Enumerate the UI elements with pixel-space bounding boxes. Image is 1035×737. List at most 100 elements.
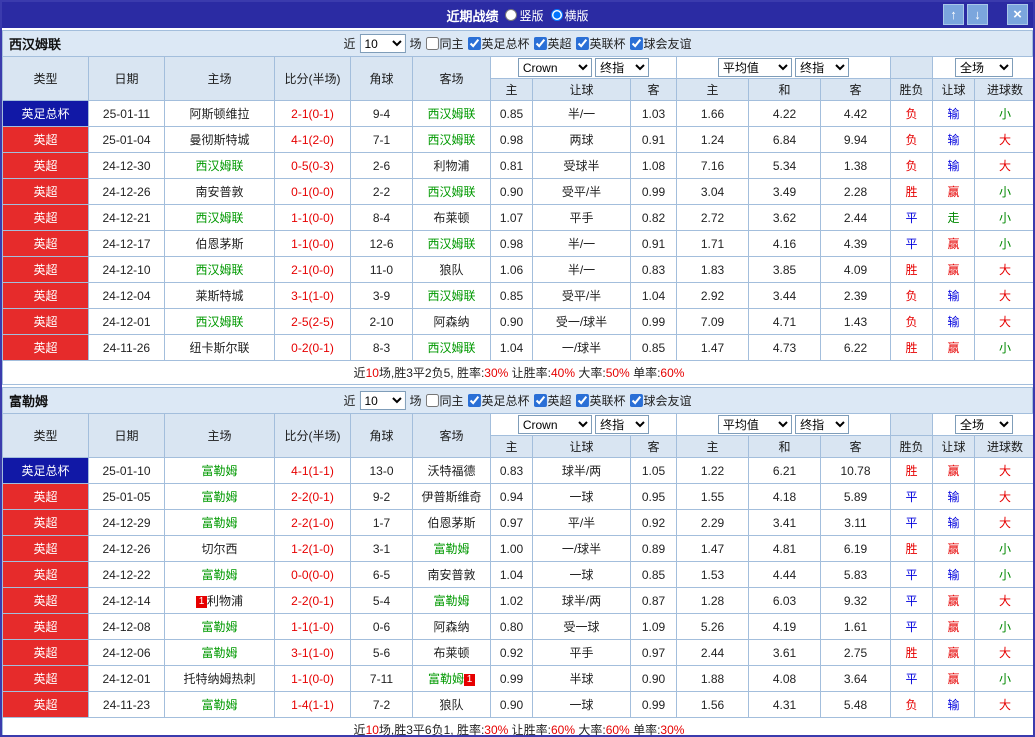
col-score: 比分(半场) bbox=[275, 57, 351, 101]
scroll-down-button[interactable]: ↓ bbox=[967, 4, 988, 25]
layout-option-horizontal[interactable]: 横版 bbox=[551, 7, 589, 24]
avg-away-odds: 2.44 bbox=[821, 205, 891, 231]
final-index-select[interactable]: 终指 bbox=[595, 415, 649, 434]
filter-fa-cup[interactable]: 英足总杯 bbox=[467, 35, 529, 52]
avg-draw-odds: 4.44 bbox=[749, 562, 821, 588]
competition-type: 英超 bbox=[3, 335, 89, 361]
sub-home-odds: 主 bbox=[491, 79, 533, 101]
handicap-away-odds: 0.99 bbox=[631, 692, 677, 718]
col-date: 日期 bbox=[89, 414, 165, 458]
filter-fa-cup[interactable]: 英足总杯 bbox=[467, 392, 529, 409]
home-team: 西汉姆联 bbox=[165, 205, 275, 231]
up-arrow-icon: ↑ bbox=[950, 7, 957, 22]
same-home-filter[interactable]: 同主 bbox=[425, 392, 463, 409]
sub-avg-away: 客 bbox=[821, 79, 891, 101]
match-date: 25-01-05 bbox=[89, 484, 165, 510]
away-team: 阿森纳 bbox=[413, 309, 491, 335]
odds-company-select[interactable]: Crown bbox=[518, 415, 592, 434]
goals-result: 大 bbox=[975, 458, 1035, 484]
vertical-layout-radio[interactable] bbox=[505, 9, 517, 21]
efl-cup-checkbox[interactable] bbox=[576, 37, 589, 50]
scope-group: 全场 bbox=[933, 414, 1035, 436]
avg-draw-odds: 6.21 bbox=[749, 458, 821, 484]
avg-away-odds: 6.19 bbox=[821, 536, 891, 562]
average-odds-select[interactable]: 平均值 bbox=[718, 58, 792, 77]
handicap-result: 输 bbox=[933, 692, 975, 718]
fa-cup-checkbox[interactable] bbox=[467, 37, 480, 50]
match-date: 25-01-04 bbox=[89, 127, 165, 153]
sub-avg-home: 主 bbox=[677, 79, 749, 101]
avg-draw-odds: 3.61 bbox=[749, 640, 821, 666]
results-table: 类型 日期 主场 比分(半场) 角球 客场 Crown 终指 平均值 终指 bbox=[2, 413, 1035, 737]
summary-text: 50% bbox=[606, 366, 630, 380]
score: 0-5(0-3) bbox=[275, 153, 351, 179]
final-index-select-2[interactable]: 终指 bbox=[795, 58, 849, 77]
handicap-line: 半球 bbox=[533, 666, 631, 692]
filter-premier-league[interactable]: 英超 bbox=[534, 392, 572, 409]
efl-cup-checkbox[interactable] bbox=[576, 394, 589, 407]
friendly-checkbox[interactable] bbox=[630, 394, 643, 407]
avg-away-odds: 4.39 bbox=[821, 231, 891, 257]
scope-select[interactable]: 全场 bbox=[955, 58, 1013, 77]
match-date: 24-12-14 bbox=[89, 588, 165, 614]
avg-draw-odds: 6.84 bbox=[749, 127, 821, 153]
filter-efl-cup[interactable]: 英联杯 bbox=[576, 35, 626, 52]
filter-premier-league[interactable]: 英超 bbox=[534, 35, 572, 52]
layout-option-vertical[interactable]: 竖版 bbox=[505, 7, 543, 24]
filter-friendly[interactable]: 球会友谊 bbox=[630, 35, 692, 52]
same-home-filter[interactable]: 同主 bbox=[425, 35, 463, 52]
summary-row: 近10场,胜3平2负5, 胜率:30% 让胜率:40% 大率:50% 单率:60… bbox=[3, 361, 1035, 385]
score: 0-2(0-1) bbox=[275, 335, 351, 361]
competition-type: 英超 bbox=[3, 666, 89, 692]
match-count-select[interactable]: 10 bbox=[359, 391, 405, 410]
summary-text: 大率: bbox=[575, 366, 606, 380]
handicap-line: 一/球半 bbox=[533, 536, 631, 562]
match-date: 24-12-30 bbox=[89, 153, 165, 179]
corners: 8-3 bbox=[351, 335, 413, 361]
filter-efl-cup[interactable]: 英联杯 bbox=[576, 392, 626, 409]
same-home-checkbox[interactable] bbox=[425, 37, 438, 50]
result: 负 bbox=[891, 127, 933, 153]
handicap-away-odds: 1.04 bbox=[631, 283, 677, 309]
goals-result: 小 bbox=[975, 101, 1035, 127]
home-team: 富勒姆 bbox=[165, 614, 275, 640]
goals-result: 小 bbox=[975, 231, 1035, 257]
avg-away-odds: 1.38 bbox=[821, 153, 891, 179]
odds-company-select[interactable]: Crown bbox=[518, 58, 592, 77]
average-odds-select[interactable]: 平均值 bbox=[718, 415, 792, 434]
match-count-select[interactable]: 10 bbox=[359, 34, 405, 53]
premier-league-checkbox[interactable] bbox=[534, 394, 547, 407]
handicap-away-odds: 1.09 bbox=[631, 614, 677, 640]
result: 负 bbox=[891, 153, 933, 179]
results-tbody: 英足总杯25-01-11阿斯顿维拉2-1(0-1)9-4西汉姆联0.85半/一1… bbox=[3, 101, 1035, 361]
final-index-select-2[interactable]: 终指 bbox=[795, 415, 849, 434]
sub-away-odds: 客 bbox=[631, 436, 677, 458]
handicap-line: 半/一 bbox=[533, 257, 631, 283]
handicap-away-odds: 0.90 bbox=[631, 666, 677, 692]
scope-select[interactable]: 全场 bbox=[955, 415, 1013, 434]
handicap-line: 一球 bbox=[533, 484, 631, 510]
match-date: 24-12-04 bbox=[89, 283, 165, 309]
filter-friendly[interactable]: 球会友谊 bbox=[630, 392, 692, 409]
premier-league-checkbox[interactable] bbox=[534, 37, 547, 50]
horizontal-layout-radio[interactable] bbox=[551, 9, 563, 21]
friendly-checkbox[interactable] bbox=[630, 37, 643, 50]
same-home-checkbox[interactable] bbox=[425, 394, 438, 407]
final-index-select[interactable]: 终指 bbox=[595, 58, 649, 77]
avg-draw-odds: 4.31 bbox=[749, 692, 821, 718]
home-team: 阿斯顿维拉 bbox=[165, 101, 275, 127]
avg-away-odds: 1.61 bbox=[821, 614, 891, 640]
avg-home-odds: 2.29 bbox=[677, 510, 749, 536]
handicap-line: 两球 bbox=[533, 127, 631, 153]
close-button[interactable]: × bbox=[1007, 4, 1028, 25]
result: 胜 bbox=[891, 458, 933, 484]
scroll-up-button[interactable]: ↑ bbox=[943, 4, 964, 25]
match-date: 24-12-22 bbox=[89, 562, 165, 588]
fa-cup-checkbox[interactable] bbox=[467, 394, 480, 407]
competition-type: 英超 bbox=[3, 283, 89, 309]
sub-result: 胜负 bbox=[891, 436, 933, 458]
handicap-result: 输 bbox=[933, 153, 975, 179]
match-row: 英超25-01-05富勒姆2-2(0-1)9-2伊普斯维奇0.94一球0.951… bbox=[3, 484, 1035, 510]
team-section-west-ham: 西汉姆联 近 10 场 同主 英足总杯 英超 英联杯 球会友谊 类型 bbox=[2, 30, 1033, 385]
avg-draw-odds: 4.18 bbox=[749, 484, 821, 510]
